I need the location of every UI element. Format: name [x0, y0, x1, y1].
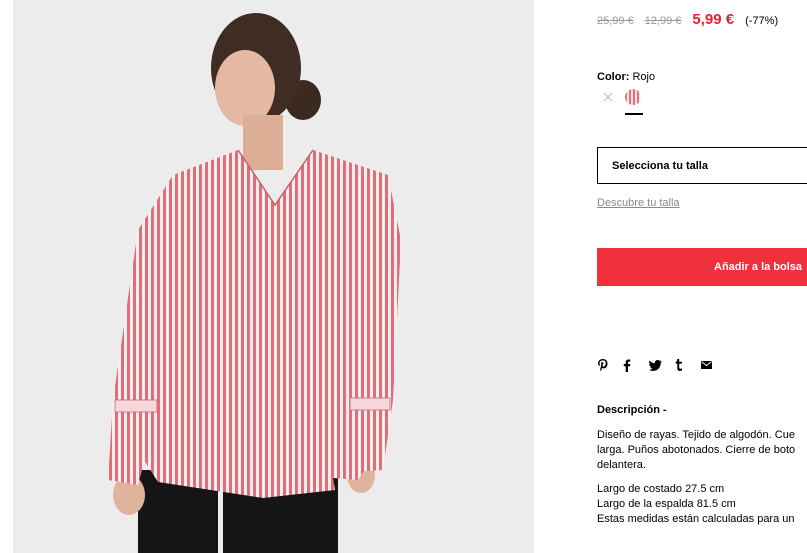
color-value: Rojo — [632, 71, 656, 83]
selected-swatch-indicator — [625, 113, 643, 115]
facebook-icon[interactable] — [623, 359, 649, 372]
color-label: Color: Rojo — [597, 71, 655, 83]
description-title: Descripción - — [597, 404, 667, 416]
size-guide-link[interactable]: Descubre tu talla — [597, 197, 680, 209]
previous-price: 12,99 € — [644, 15, 682, 27]
description-line: delantera. — [597, 459, 646, 471]
product-info-panel: 25,99 € 12,99 € 5,99 € (-77%) Color: Roj… — [597, 0, 807, 553]
color-label-title: Color: — [597, 71, 630, 83]
product-image[interactable] — [13, 0, 534, 553]
size-select[interactable]: Selecciona tu talla — [597, 147, 807, 184]
description-line: Diseño de rayas. Tejido de algodón. Cue — [597, 429, 795, 441]
discount-badge: (-77%) — [745, 15, 779, 27]
color-swatch-red-stripes[interactable] — [625, 89, 641, 105]
add-to-bag-button[interactable]: Añadir a la bolsa — [597, 248, 807, 286]
measurement-line: Estas medidas están calculadas para un — [597, 513, 795, 525]
share-bar — [597, 358, 727, 372]
sale-price: 5,99 € — [692, 11, 735, 28]
description-body: Diseño de rayas. Tejido de algodón. Cue … — [597, 428, 795, 527]
description-line: larga. Puños abotonados. Cierre de boto — [597, 444, 796, 456]
tumblr-icon[interactable] — [675, 359, 701, 371]
original-price: 25,99 € — [597, 15, 634, 27]
email-icon[interactable] — [701, 361, 727, 369]
price-row: 25,99 € 12,99 € 5,99 € (-77%) — [597, 11, 778, 28]
twitter-icon[interactable] — [649, 359, 675, 371]
pinterest-icon[interactable] — [597, 358, 623, 372]
swatch-unavailable-icon[interactable] — [600, 89, 616, 105]
measurement-line: Largo de costado 27.5 cm — [597, 483, 725, 495]
measurement-line: Largo de la espalda 81.5 cm — [597, 498, 736, 510]
